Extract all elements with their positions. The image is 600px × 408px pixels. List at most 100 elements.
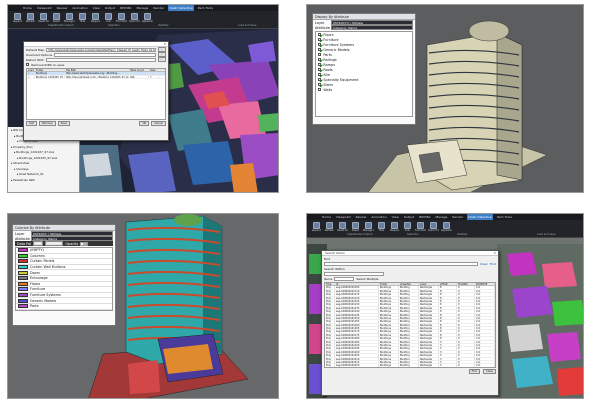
ribbon-button[interactable]: Hide — [77, 13, 88, 23]
field-input[interactable] — [54, 52, 156, 57]
ribbon-tab[interactable]: Clash Detective — [467, 214, 493, 220]
save-button[interactable]: Save — [57, 120, 70, 127]
ribbon-button[interactable]: Require — [90, 13, 101, 23]
column-header[interactable]: File Path — [65, 69, 129, 72]
ribbon-button[interactable]: Hide — [376, 222, 387, 232]
category-checkbox[interactable] — [318, 47, 322, 52]
ribbon-button[interactable]: Append — [311, 222, 322, 232]
category-checkbox[interactable] — [318, 62, 322, 67]
ribbon-button[interactable]: Reset All — [337, 222, 348, 232]
column-header[interactable]: Layer — [419, 283, 439, 286]
ribbon-tab[interactable]: View — [391, 214, 400, 220]
column-header[interactable]: Folder — [35, 69, 65, 72]
attribute-select[interactable]: Category_Name — [331, 25, 413, 30]
ribbon-tab[interactable]: Home — [22, 5, 33, 11]
find-link[interactable]: Find — [490, 262, 496, 266]
table-row[interactable]: Poly seg-100000101220 Buildings Building Rec… — [325, 364, 495, 367]
close-button[interactable]: Close — [482, 368, 496, 375]
category-checkbox[interactable] — [318, 87, 322, 92]
ribbon-button[interactable]: Append — [12, 13, 23, 23]
column-header[interactable]: FLOORS — [457, 283, 475, 286]
ribbon-button[interactable]: Refresh — [324, 222, 335, 232]
category-checkbox[interactable] — [318, 32, 322, 37]
reshuffle-button[interactable]: Reshuffle — [45, 240, 64, 247]
ribbon-tab[interactable]: Animation — [370, 214, 387, 220]
ribbon-tab[interactable]: Viewpoint — [335, 214, 352, 220]
close-icon[interactable]: ✕ — [493, 251, 498, 256]
ribbon-button[interactable]: Quick Properties — [428, 222, 439, 232]
ribbon-button[interactable]: Require — [389, 222, 400, 232]
column-header[interactable]: Classifier — [399, 283, 419, 286]
category-checkbox[interactable] — [318, 37, 322, 42]
ribbon-button[interactable]: Find Items — [116, 13, 127, 23]
clear-link[interactable]: Clear — [480, 262, 488, 266]
find-button[interactable]: Find — [468, 368, 480, 375]
ribbon-tab[interactable]: BIM360 — [119, 5, 132, 11]
field-input[interactable] — [45, 57, 156, 62]
ribbon-button[interactable]: Appearance Profiler — [441, 222, 452, 232]
ribbon-button[interactable]: Appearance Profiler — [142, 13, 153, 23]
ribbon-tab[interactable]: Home — [321, 214, 332, 220]
items-field[interactable] — [334, 276, 355, 281]
ok-button[interactable]: OK — [139, 120, 150, 127]
ribbon-button[interactable]: Manage Sets — [363, 222, 374, 232]
add-button[interactable]: Add — [26, 120, 38, 127]
column-header[interactable]: Id — [335, 283, 379, 286]
ribbon-tab[interactable]: Manage — [135, 5, 149, 11]
ribbon-tab[interactable]: Output — [403, 214, 415, 220]
column-header[interactable]: Table Count — [129, 69, 149, 72]
ribbon-tab[interactable]: Clash Detective — [168, 5, 194, 11]
column-header[interactable]: PURPOSE — [475, 283, 495, 286]
field-input[interactable]: http://www.sketchplanwebs.org/AutodeskWe… — [46, 47, 156, 52]
ribbon-tab[interactable]: View — [92, 5, 101, 11]
table-cell: 8 — [439, 286, 457, 289]
set-button[interactable]: Set — [33, 240, 44, 247]
ribbon-tab[interactable]: Manage — [434, 214, 448, 220]
ribbon-tab[interactable]: Animation — [71, 5, 88, 11]
ribbon-button[interactable]: Quick Properties — [129, 13, 140, 23]
column-header[interactable]: Load — [27, 69, 35, 72]
ribbon-tab[interactable]: Render — [152, 5, 165, 11]
ribbon-tab[interactable]: Item Tools — [197, 5, 214, 11]
column-header[interactable]: Type — [325, 283, 335, 286]
ribbon-tab[interactable]: Item Tools — [496, 214, 513, 220]
ribbon-button[interactable]: Link — [103, 13, 114, 23]
ribbon-button[interactable]: Manage Sets — [64, 13, 75, 23]
browse-button[interactable]: ... — [157, 56, 166, 63]
category-checkbox[interactable] — [318, 72, 322, 77]
category-checkbox[interactable] — [318, 57, 322, 62]
table-row[interactable]: ✓ Buildings_1201025_97 http://dev.autodesk… — [27, 75, 165, 80]
column-header[interactable]: Folder — [379, 283, 399, 286]
find-input[interactable] — [324, 261, 478, 266]
legend-item[interactable]: Parts — [16, 304, 112, 310]
remove-checkbox-row[interactable]: Remove IDRS on save — [24, 62, 168, 67]
column-header[interactable]: Seen — [149, 69, 159, 72]
category-checkbox[interactable] — [318, 67, 322, 72]
ribbon-button[interactable]: Link — [402, 222, 413, 232]
column-header[interactable]: LPFILE — [439, 283, 457, 286]
ribbon-tab[interactable]: Viewpoint — [36, 5, 53, 11]
search-within-select[interactable] — [324, 271, 384, 276]
cancel-button[interactable]: Cancel — [151, 120, 166, 127]
ribbon-button[interactable]: Select — [350, 222, 361, 232]
category-item[interactable]: Walls — [316, 87, 412, 92]
tree-item[interactable]: ▸ Pedestrian Path — [9, 178, 78, 184]
ribbon-button[interactable]: Find Items — [415, 222, 426, 232]
ribbon-tab[interactable]: BIM360 — [418, 214, 431, 220]
category-checkbox[interactable] — [318, 42, 322, 47]
ribbon-tab[interactable]: Review — [56, 5, 69, 11]
data-pal-button[interactable]: Data Pal — [17, 242, 31, 246]
category-checkbox[interactable] — [318, 77, 322, 82]
ribbon-tab[interactable]: Output — [104, 5, 116, 11]
category-checkbox[interactable] — [318, 52, 322, 57]
remove-checkbox[interactable] — [26, 62, 30, 67]
category-checkbox[interactable] — [318, 82, 322, 87]
opacity-field[interactable]: 100 — [80, 241, 89, 246]
remove-button[interactable]: Remove — [39, 120, 56, 127]
ribbon-button[interactable]: Refresh — [25, 13, 36, 23]
ribbon-tab[interactable]: Review — [355, 214, 368, 220]
ribbon-tab[interactable]: Render — [451, 214, 464, 220]
ribbon-button[interactable]: Select — [51, 13, 62, 23]
ribbon-button[interactable]: Reset All — [38, 13, 49, 23]
ribbon-toolbar: Home Viewpoint Review Animation View Output BI… — [307, 214, 583, 238]
